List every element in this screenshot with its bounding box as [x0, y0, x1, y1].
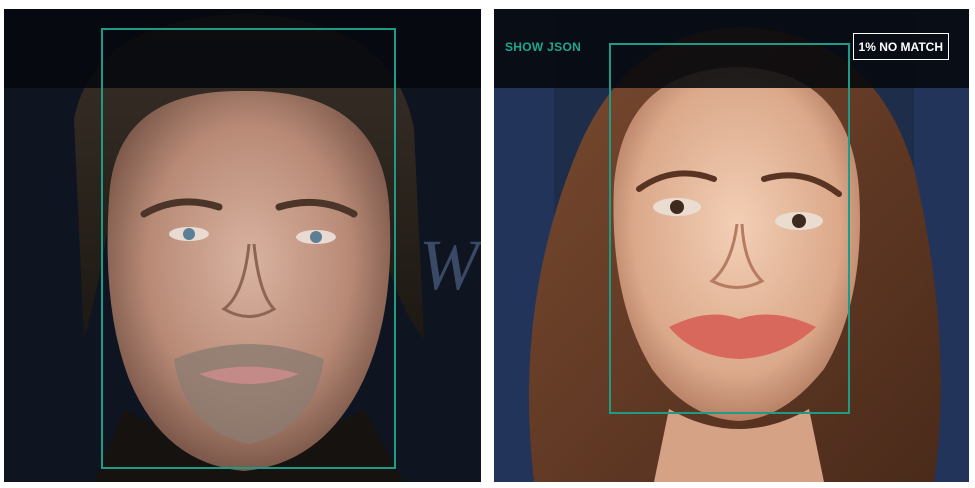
match-result-badge: 1% NO MATCH: [852, 33, 949, 60]
svg-text:W: W: [419, 225, 481, 305]
right-photo-panel: SHOW JSON 1% NO MATCH: [494, 9, 969, 482]
face-detection-box: [101, 28, 396, 469]
left-photo-panel: W: [4, 9, 481, 482]
show-json-link[interactable]: SHOW JSON: [505, 40, 581, 54]
face-detection-box: [609, 43, 850, 414]
